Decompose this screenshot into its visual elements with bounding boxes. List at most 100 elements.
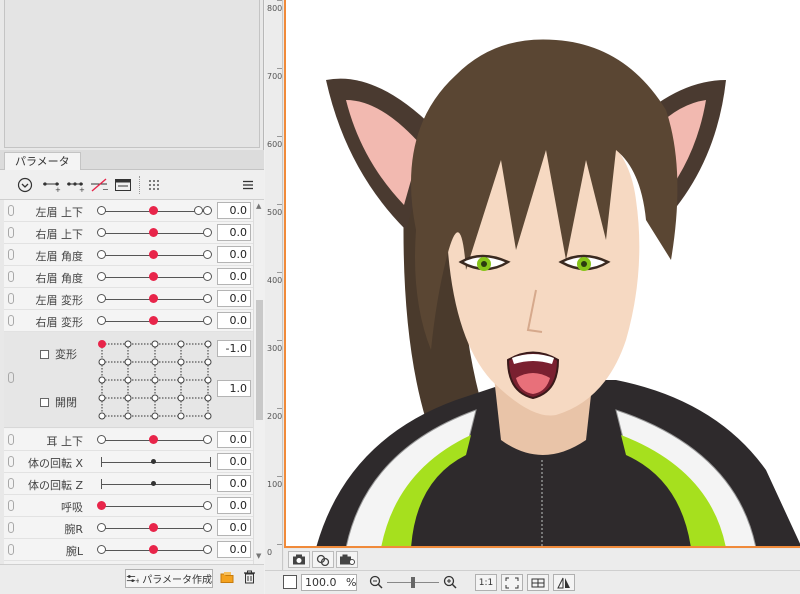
- slider-key-point[interactable]: [203, 206, 212, 215]
- open-close-value-input[interactable]: 1.0: [217, 380, 251, 397]
- parameter-slider-track[interactable]: [101, 506, 211, 507]
- link-icon[interactable]: [8, 315, 14, 326]
- slider-key-point[interactable]: [97, 545, 106, 554]
- delete-button[interactable]: [243, 570, 256, 587]
- slider-handle[interactable]: [149, 435, 158, 444]
- slider-key-point[interactable]: [203, 294, 212, 303]
- parameter-value-input[interactable]: 0.0: [217, 475, 251, 492]
- slider-key-point[interactable]: [203, 545, 212, 554]
- remove-key-button[interactable]: −: [88, 175, 110, 195]
- slider-handle[interactable]: [97, 501, 106, 510]
- parameter-value-input[interactable]: 0.0: [217, 312, 251, 329]
- deform-checkbox[interactable]: [40, 350, 49, 359]
- slider-key-point[interactable]: [97, 206, 106, 215]
- parameter-value-input[interactable]: 0.0: [217, 268, 251, 285]
- link-icon[interactable]: [8, 205, 14, 216]
- collapse-button[interactable]: [16, 175, 34, 195]
- link-icon[interactable]: [8, 434, 14, 445]
- create-parameter-button[interactable]: + パラメータ作成: [125, 569, 213, 588]
- ruler-tick: [277, 408, 282, 409]
- slider-key-point[interactable]: [203, 523, 212, 532]
- grid-options-button[interactable]: [145, 175, 163, 195]
- link-icon[interactable]: [8, 500, 14, 511]
- window-button[interactable]: [112, 175, 134, 195]
- link-icon[interactable]: [8, 227, 14, 238]
- link-icon[interactable]: [8, 293, 14, 304]
- blend-grid-handle[interactable]: [98, 340, 106, 348]
- link-icon[interactable]: [8, 478, 14, 489]
- slider-handle[interactable]: [149, 228, 158, 237]
- add-key-three-button[interactable]: +: [64, 175, 86, 195]
- slider-key-point[interactable]: [203, 250, 212, 259]
- link-icon[interactable]: [8, 249, 14, 260]
- zoom-out-button[interactable]: [369, 574, 383, 593]
- parameter-value-input[interactable]: 0.0: [217, 290, 251, 307]
- tab-parameters[interactable]: パラメータ: [4, 152, 81, 170]
- slider-key-point[interactable]: [97, 523, 106, 532]
- slider-key-point[interactable]: [203, 316, 212, 325]
- parameter-value-input[interactable]: 0.0: [217, 453, 251, 470]
- snapshot-button[interactable]: [288, 551, 310, 568]
- slider-key-point[interactable]: [97, 272, 106, 281]
- slider-handle[interactable]: [149, 250, 158, 259]
- fit-button[interactable]: [501, 574, 523, 591]
- ruler-tick: [277, 136, 282, 137]
- link-icon[interactable]: [8, 456, 14, 467]
- parameter-value-input[interactable]: 0.0: [217, 497, 251, 514]
- link-icon[interactable]: [8, 522, 14, 533]
- flip-view-button[interactable]: [553, 574, 575, 591]
- parameter-value-input[interactable]: 0.0: [217, 519, 251, 536]
- slider-handle[interactable]: [149, 316, 158, 325]
- model-canvas[interactable]: [284, 0, 800, 548]
- slider-key-point[interactable]: [97, 316, 106, 325]
- parameter-value-input[interactable]: 0.0: [217, 224, 251, 241]
- link-icon[interactable]: [8, 544, 14, 555]
- slider-handle[interactable]: [149, 294, 158, 303]
- snapshot-settings-button[interactable]: [336, 551, 358, 568]
- parameter-value-input[interactable]: 0.0: [217, 541, 251, 558]
- open-close-checkbox[interactable]: [40, 398, 49, 407]
- slider-handle[interactable]: [149, 206, 158, 215]
- slider-handle[interactable]: [149, 523, 158, 532]
- parameter-slider-track[interactable]: [101, 462, 211, 463]
- chain-link-icon[interactable]: [8, 372, 14, 383]
- parameter-value-input[interactable]: 0.0: [217, 246, 251, 263]
- slider-key-point[interactable]: [97, 294, 106, 303]
- parameter-value-input[interactable]: 0.0: [217, 202, 251, 219]
- slider-key-point[interactable]: [203, 501, 212, 510]
- slider-key-point[interactable]: [203, 228, 212, 237]
- parameter-row: 体の回転 Z 0.0: [4, 473, 253, 495]
- snapshot-link-button[interactable]: [312, 551, 334, 568]
- actual-size-button[interactable]: 1:1: [475, 574, 497, 591]
- zoom-input[interactable]: 100.0%: [301, 574, 357, 591]
- folder-button[interactable]: [220, 570, 234, 587]
- slider-key-point[interactable]: [203, 272, 212, 281]
- panel-menu-button[interactable]: [240, 175, 256, 195]
- parameter-scrollbar[interactable]: ▲ ▼: [253, 200, 264, 564]
- slider-key-point[interactable]: [97, 435, 106, 444]
- slider-handle[interactable]: [151, 459, 156, 464]
- deform-value-input[interactable]: -1.0: [217, 340, 251, 357]
- slider-key-point[interactable]: [203, 435, 212, 444]
- slider-key-point[interactable]: [97, 250, 106, 259]
- zoom-slider-handle[interactable]: [411, 577, 415, 588]
- slider-handle[interactable]: [149, 545, 158, 554]
- parameter-value-input[interactable]: 0.0: [217, 431, 251, 448]
- parameter-slider-track[interactable]: [101, 484, 211, 485]
- add-key-two-button[interactable]: +: [40, 175, 62, 195]
- scroll-down-arrow-icon[interactable]: ▼: [256, 552, 261, 560]
- scrollbar-thumb[interactable]: [256, 300, 263, 420]
- scroll-up-arrow-icon[interactable]: ▲: [256, 202, 261, 210]
- slider-handle[interactable]: [149, 272, 158, 281]
- slider-key-point[interactable]: [194, 206, 203, 215]
- zoom-in-button[interactable]: [443, 574, 457, 593]
- link-icon[interactable]: [8, 271, 14, 282]
- parameter-label: 右眉 変形: [35, 316, 84, 329]
- blend-label-open-close: 開閉: [40, 394, 77, 410]
- svg-text:−: −: [102, 185, 109, 193]
- slider-handle[interactable]: [151, 481, 156, 486]
- slider-key-point[interactable]: [97, 228, 106, 237]
- blend-grid-2d[interactable]: [96, 336, 214, 420]
- fit-width-button[interactable]: [527, 574, 549, 591]
- canvas-color-swatch[interactable]: [283, 575, 297, 589]
